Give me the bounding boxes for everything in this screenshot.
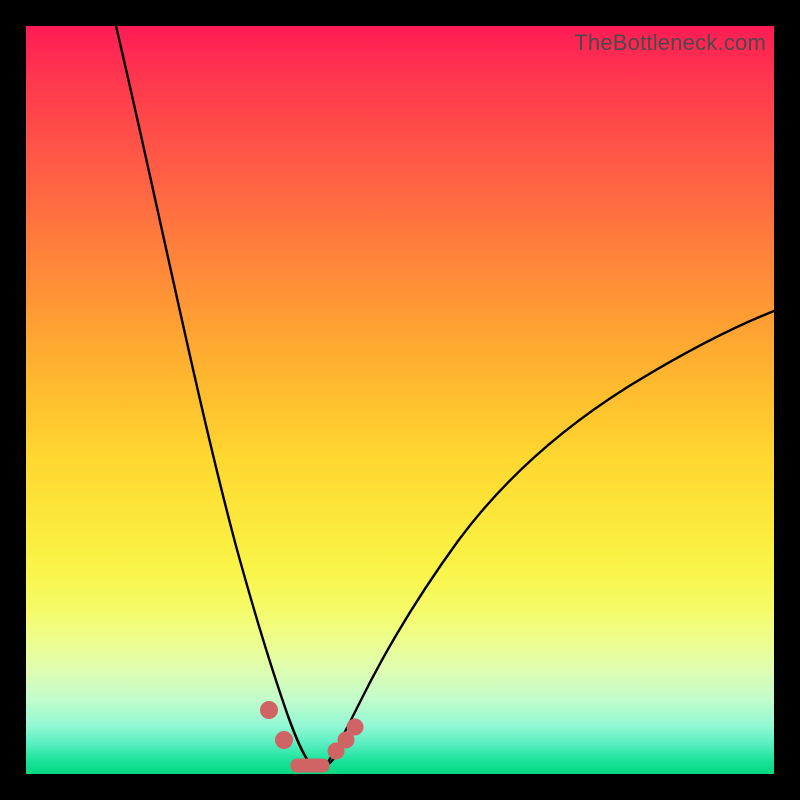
bead-dot [347,719,363,735]
chart-frame: TheBottleneck.com [0,0,800,800]
bead-group [261,702,364,760]
bead-dot [276,732,293,749]
trough-highlight [291,759,329,772]
bead-dot [261,702,278,719]
curve-right-branch [328,311,774,762]
curve-left-branch [116,26,310,764]
chart-svg [26,26,774,774]
plot-area: TheBottleneck.com [26,26,774,774]
